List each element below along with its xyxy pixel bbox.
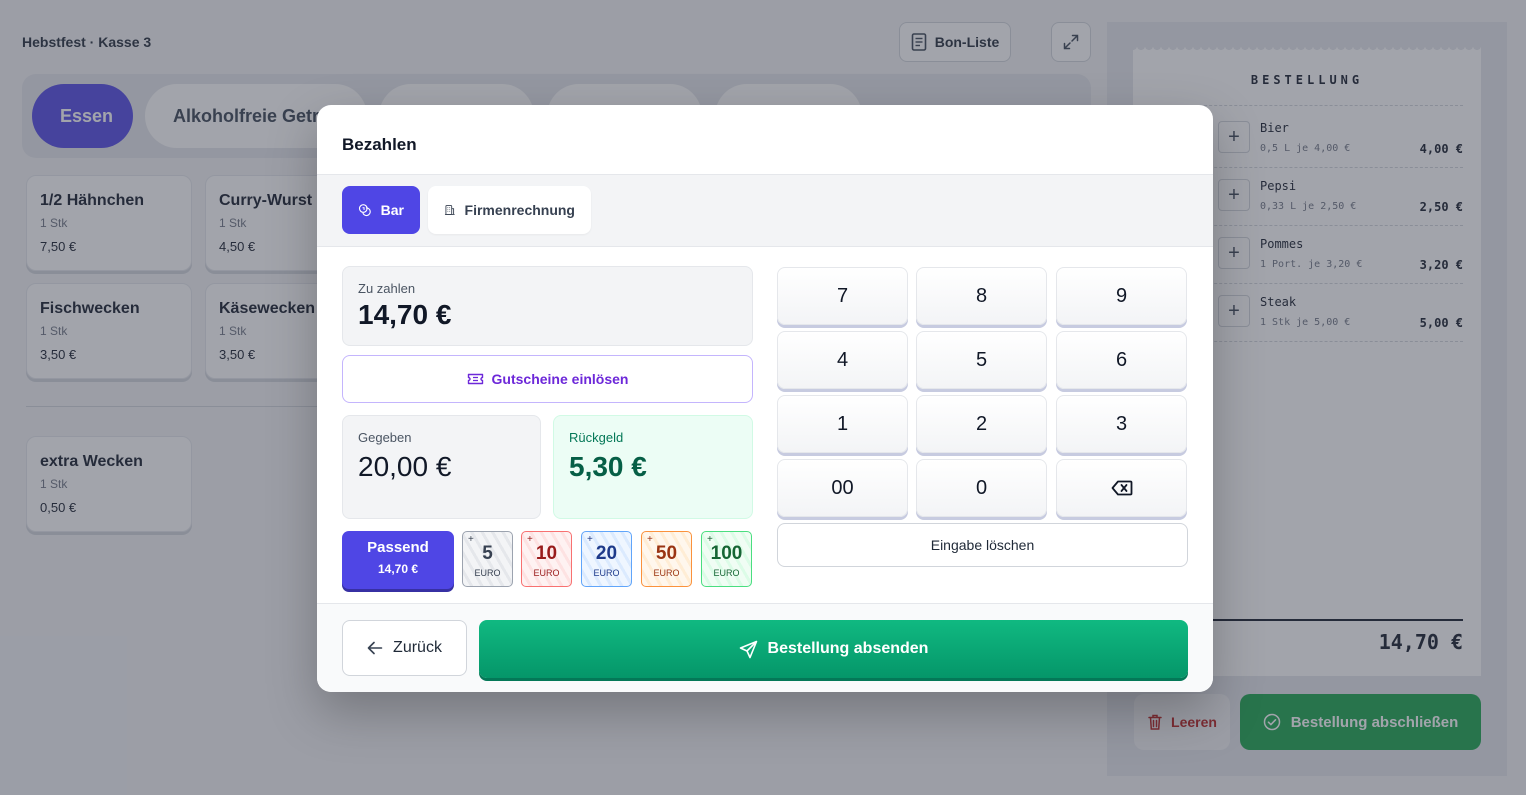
banknote-value: 10 [535,543,558,564]
banknote-unit: EURO [713,568,740,578]
plus-icon: + [587,534,593,545]
tab-bar-label: Bar [380,202,404,218]
banknote-value: 50 [655,543,678,564]
redeem-voucher-button[interactable]: Gutscheine einlösen [342,355,753,403]
banknote-20-button[interactable]: + 20 EURO [581,531,632,587]
payment-method-tabs: Bar Firmenrechnung [317,174,1213,247]
banknote-unit: EURO [653,568,680,578]
amount-due-box: Zu zahlen 14,70 € [342,266,753,346]
banknote-10-button[interactable]: + 10 EURO [521,531,572,587]
keypad-key-6[interactable]: 6 [1056,331,1187,389]
exact-amount-button[interactable]: Passend 14,70 € [342,531,454,589]
keypad-key-1[interactable]: 1 [777,395,908,453]
exact-amount-value: 14,70 € [377,562,419,576]
send-order-button[interactable]: Bestellung absenden [479,620,1188,678]
back-button[interactable]: Zurück [342,620,467,676]
banknote-unit: EURO [533,568,560,578]
keypad-key-7[interactable]: 7 [777,267,908,325]
tab-firmenrechnung[interactable]: Firmenrechnung [428,186,591,234]
change-label: Rückgeld [569,430,624,445]
amount-due-value: 14,70 € [358,299,452,330]
banknote-unit: EURO [474,568,501,578]
arrow-left-icon [367,641,383,655]
given-amount-box[interactable]: Gegeben 20,00 € [342,415,541,519]
banknote-50-button[interactable]: + 50 EURO [641,531,692,587]
banknote-5-button[interactable]: + 5 EURO [462,531,513,587]
given-amount-value: 20,00 € [358,451,452,482]
backspace-icon [1111,480,1132,496]
redeem-voucher-label: Gutscheine einlösen [491,371,629,387]
plus-icon: + [468,534,474,545]
exact-amount-label: Passend [367,539,429,556]
banknote-100-button[interactable]: + 100 EURO [701,531,752,587]
plus-icon: + [527,534,533,545]
keypad-key-9[interactable]: 9 [1056,267,1187,325]
back-label: Zurück [393,639,442,656]
keypad-key-4[interactable]: 4 [777,331,908,389]
plus-icon: + [647,534,653,545]
amount-due-label: Zu zahlen [358,281,416,296]
tab-firmenrechnung-label: Firmenrechnung [464,202,575,218]
building-icon [444,205,455,215]
send-icon [739,640,757,658]
plus-icon: + [707,534,713,545]
modal-title: Bezahlen [342,135,417,154]
keypad-backspace[interactable] [1056,459,1187,517]
banknote-unit: EURO [593,568,620,578]
keypad-key-2[interactable]: 2 [916,395,1047,453]
keypad-key-3[interactable]: 3 [1056,395,1187,453]
modal-footer: Zurück Bestellung absenden [317,603,1213,692]
change-box: Rückgeld 5,30 € [553,415,753,519]
banknote-value: 20 [595,543,618,564]
given-amount-label: Gegeben [358,430,412,445]
keypad-key-00[interactable]: 00 [777,459,908,517]
banknote-value: 100 [710,543,743,564]
payment-modal: Bezahlen Bar Firmenrechnung Zu zahlen 14… [317,105,1213,692]
clear-input-button[interactable]: Eingabe löschen [777,523,1188,567]
tab-bar[interactable]: Bar [342,186,420,234]
coins-icon [358,204,371,217]
keypad-key-5[interactable]: 5 [916,331,1047,389]
send-order-label: Bestellung absenden [767,640,929,657]
change-value: 5,30 € [569,451,647,482]
keypad-key-0[interactable]: 0 [916,459,1047,517]
keypad-key-8[interactable]: 8 [916,267,1047,325]
ticket-icon [467,373,483,385]
banknote-value: 5 [482,543,493,564]
